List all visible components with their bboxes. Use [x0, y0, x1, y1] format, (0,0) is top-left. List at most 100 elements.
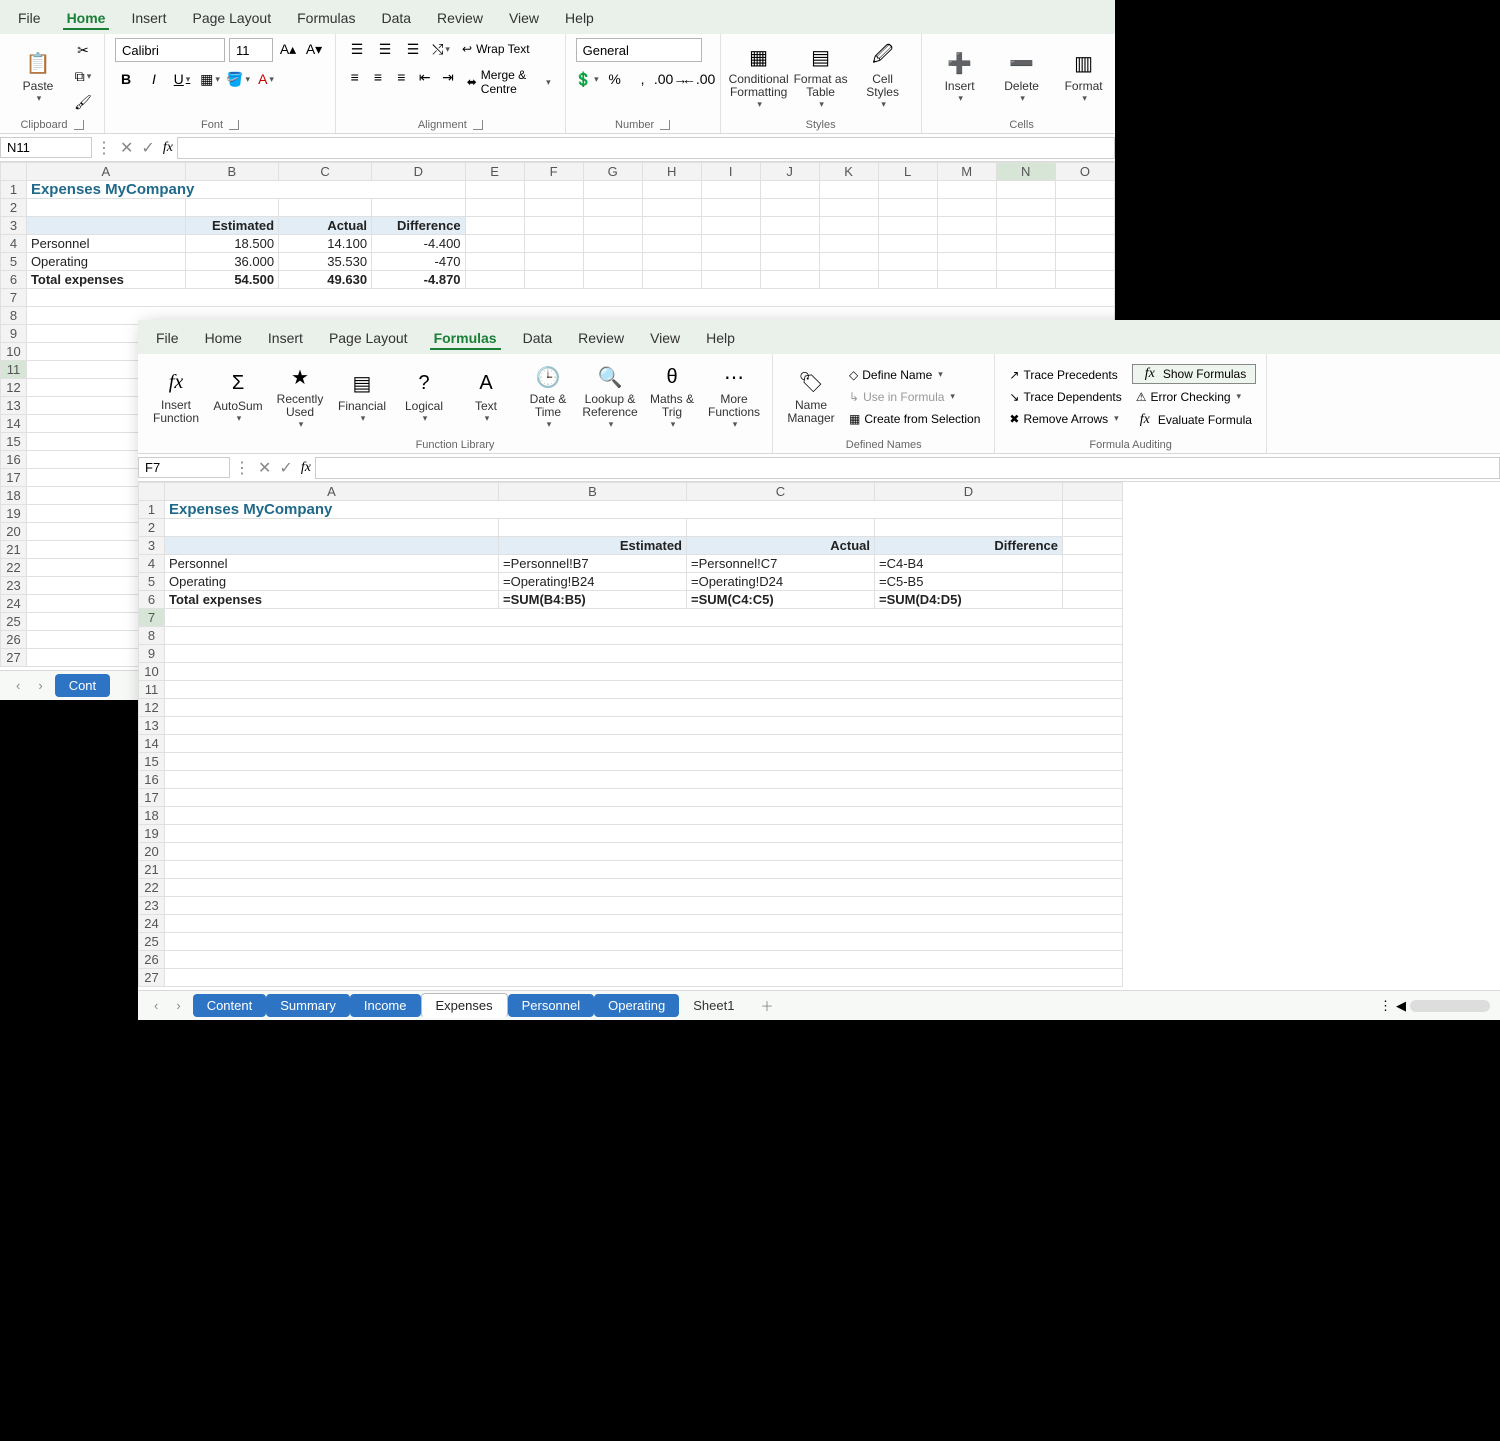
- menu-view[interactable]: View: [505, 8, 543, 30]
- cell-styles-button[interactable]: 🖉Cell Styles▾: [855, 43, 911, 110]
- align-center-button[interactable]: ≡: [369, 66, 386, 88]
- font-color-button[interactable]: A▾: [255, 68, 277, 90]
- grow-font-button[interactable]: A▴: [277, 38, 299, 60]
- math-trig-button[interactable]: θMaths & Trig▾: [644, 363, 700, 430]
- tabbar-options[interactable]: ⋮: [1379, 998, 1392, 1014]
- menu-file[interactable]: File: [14, 8, 45, 30]
- tab-summary[interactable]: Summary: [266, 994, 350, 1017]
- tab-add-2[interactable]: ＋: [754, 996, 779, 1015]
- format-cells-button[interactable]: ▥Format▾: [1056, 50, 1112, 104]
- menu-view[interactable]: View: [646, 328, 684, 350]
- insert-cells-button[interactable]: ➕Insert▾: [932, 50, 988, 104]
- format-as-table-button[interactable]: ▤Format as Table▾: [793, 43, 849, 110]
- delete-cells-button[interactable]: ➖Delete▾: [994, 50, 1050, 104]
- paste-button[interactable]: 📋 Paste▾: [10, 50, 66, 104]
- number-launcher[interactable]: [660, 120, 670, 130]
- align-bottom-button[interactable]: ☰: [402, 38, 424, 60]
- evaluate-formula-button[interactable]: fxEvaluate Formula: [1132, 410, 1256, 430]
- date-time-button[interactable]: 🕒Date & Time▾: [520, 363, 576, 430]
- trace-precedents-button[interactable]: ↗Trace Precedents: [1005, 366, 1125, 384]
- borders-button[interactable]: ▦▾: [199, 68, 221, 90]
- menu-home[interactable]: Home: [201, 328, 246, 350]
- menu-review[interactable]: Review: [574, 328, 628, 350]
- hscrollbar[interactable]: [1410, 1000, 1490, 1012]
- menu-data[interactable]: Data: [519, 328, 557, 350]
- show-formulas-button[interactable]: fxShow Formulas: [1132, 364, 1256, 384]
- tab-next-1[interactable]: ›: [32, 678, 48, 693]
- align-left-button[interactable]: ≡: [346, 66, 363, 88]
- worksheet-2[interactable]: A B C D 1Expenses MyCompany 2 3Estimated…: [138, 482, 1500, 987]
- menu-review[interactable]: Review: [433, 8, 487, 30]
- clipboard-launcher[interactable]: [74, 120, 84, 130]
- name-manager-button[interactable]: 🏷Name Manager: [783, 369, 839, 425]
- menu-insert[interactable]: Insert: [127, 8, 170, 30]
- tab-income[interactable]: Income: [350, 994, 421, 1017]
- col-C[interactable]: C: [279, 163, 372, 181]
- logical-button[interactable]: ?Logical▾: [396, 370, 452, 424]
- align-right-button[interactable]: ≡: [393, 66, 410, 88]
- menu-page-layout[interactable]: Page Layout: [188, 8, 275, 30]
- enter-formula-2[interactable]: ✓: [275, 458, 296, 478]
- formula-input-1[interactable]: [177, 137, 1115, 159]
- shrink-font-button[interactable]: A▾: [303, 38, 325, 60]
- currency-button[interactable]: 💲▾: [576, 68, 598, 90]
- enter-formula-1[interactable]: ✓: [137, 138, 158, 158]
- font-size-combo[interactable]: [229, 38, 273, 62]
- sheet-title-1[interactable]: Expenses MyCompany: [26, 181, 465, 199]
- text-button[interactable]: AText▾: [458, 370, 514, 424]
- number-format-combo[interactable]: [576, 38, 702, 62]
- autosum-button-2[interactable]: ΣAutoSum▾: [210, 370, 266, 424]
- lookup-reference-button[interactable]: 🔍Lookup & Reference▾: [582, 363, 638, 430]
- comma-button[interactable]: ,: [632, 68, 654, 90]
- tab-content-1[interactable]: Cont: [55, 674, 110, 697]
- menu-data[interactable]: Data: [377, 8, 415, 30]
- indent-button[interactable]: ⇥: [439, 66, 456, 88]
- tab-next-2[interactable]: ›: [170, 998, 186, 1013]
- menu-formulas[interactable]: Formulas: [430, 328, 501, 350]
- define-name-button[interactable]: ◇Define Name▾: [845, 366, 984, 384]
- menu-page-layout[interactable]: Page Layout: [325, 328, 412, 350]
- col-A[interactable]: A: [26, 163, 185, 181]
- fill-color-button[interactable]: 🪣▾: [227, 68, 249, 90]
- scroll-left[interactable]: ◀: [1396, 998, 1406, 1014]
- font-launcher[interactable]: [229, 120, 239, 130]
- copy-button[interactable]: ⧉▾: [72, 66, 94, 88]
- trace-dependents-button[interactable]: ↘Trace Dependents: [1005, 388, 1125, 406]
- menu-help[interactable]: Help: [561, 8, 598, 30]
- remove-arrows-button[interactable]: ✖Remove Arrows▾: [1005, 410, 1125, 428]
- tab-personnel[interactable]: Personnel: [508, 994, 595, 1017]
- fx-icon-2[interactable]: fx: [301, 460, 311, 476]
- cancel-formula-2[interactable]: ✕: [254, 458, 275, 478]
- financial-button[interactable]: ▤Financial▾: [334, 370, 390, 424]
- menu-help[interactable]: Help: [702, 328, 739, 350]
- menu-formulas[interactable]: Formulas: [293, 8, 359, 30]
- tab-sheet1[interactable]: Sheet1: [679, 994, 748, 1017]
- tab-prev-1[interactable]: ‹: [10, 678, 26, 693]
- recently-used-button[interactable]: ★Recently Used▾: [272, 363, 328, 430]
- create-from-selection-button[interactable]: ▦Create from Selection: [845, 410, 984, 428]
- menu-insert[interactable]: Insert: [264, 328, 307, 350]
- more-functions-button[interactable]: ⋯More Functions▾: [706, 363, 762, 430]
- cancel-formula-1[interactable]: ✕: [116, 138, 137, 158]
- tab-content[interactable]: Content: [193, 994, 267, 1017]
- align-middle-button[interactable]: ☰: [374, 38, 396, 60]
- increase-decimal-button[interactable]: .00→: [660, 68, 682, 90]
- alignment-launcher[interactable]: [473, 120, 483, 130]
- namebox-2[interactable]: [138, 457, 230, 478]
- merge-centre-button[interactable]: ⬌Merge & Centre▾: [463, 66, 555, 98]
- cut-button[interactable]: ✂: [72, 40, 94, 62]
- conditional-formatting-button[interactable]: ▦Conditional Formatting▾: [731, 43, 787, 110]
- menu-file[interactable]: File: [152, 328, 183, 350]
- menu-home[interactable]: Home: [63, 8, 110, 30]
- fx-icon-1[interactable]: fx: [163, 140, 173, 156]
- percent-button[interactable]: %: [604, 68, 626, 90]
- error-checking-button[interactable]: ⚠Error Checking▾: [1132, 388, 1256, 406]
- underline-button[interactable]: U▾: [171, 68, 193, 90]
- italic-button[interactable]: I: [143, 68, 165, 90]
- align-top-button[interactable]: ☰: [346, 38, 368, 60]
- col-D[interactable]: D: [372, 163, 466, 181]
- tab-prev-2[interactable]: ‹: [148, 998, 164, 1013]
- bold-button[interactable]: B: [115, 68, 137, 90]
- dedent-button[interactable]: ⇤: [416, 66, 433, 88]
- col-B[interactable]: B: [185, 163, 278, 181]
